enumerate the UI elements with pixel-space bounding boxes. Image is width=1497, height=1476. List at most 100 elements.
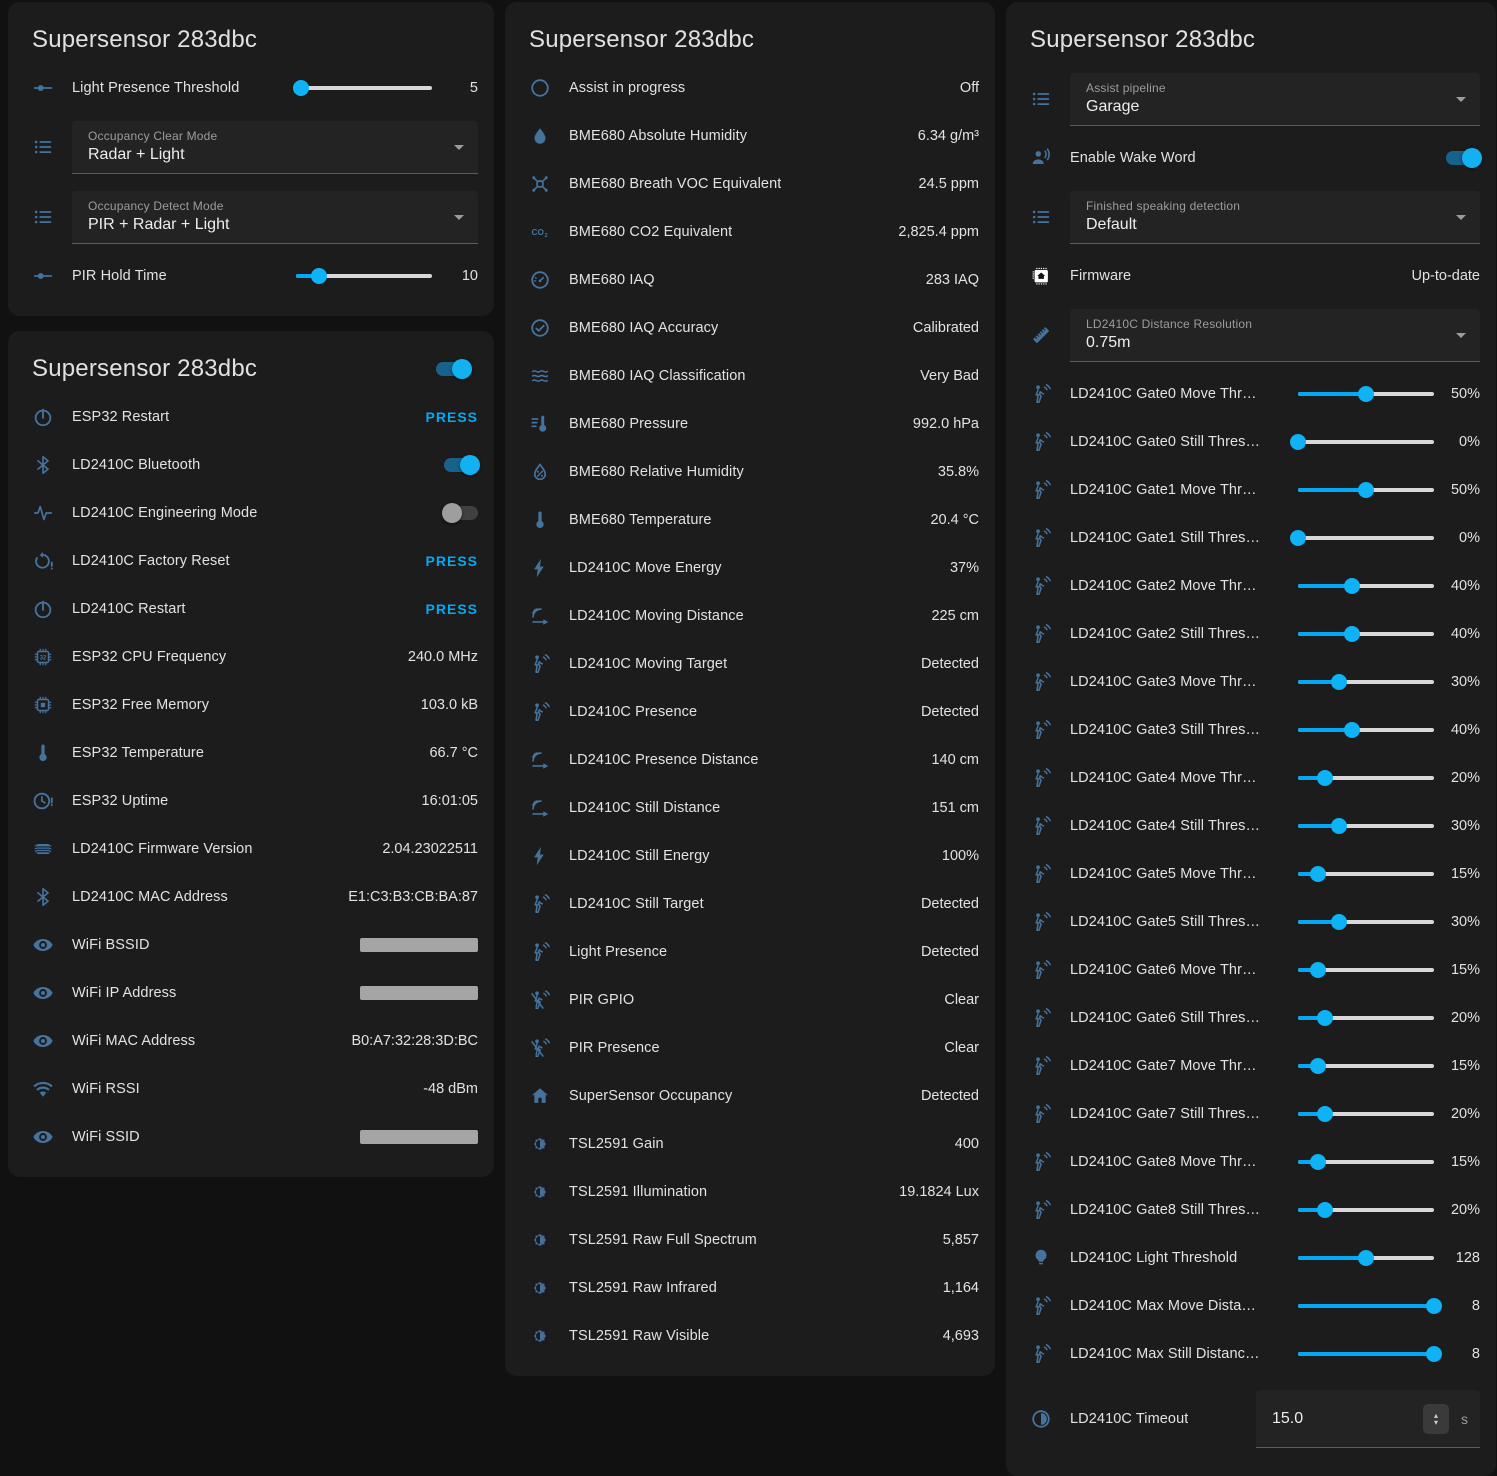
slider-thumb[interactable] (1344, 578, 1360, 594)
slider-thumb[interactable] (1331, 674, 1347, 690)
slider-thumb[interactable] (1344, 626, 1360, 642)
slider-thumb[interactable] (1290, 530, 1306, 546)
slider-thumb[interactable] (1331, 818, 1347, 834)
ld2410c-gate5-move-thr-slider[interactable] (1298, 866, 1434, 882)
slider-thumb[interactable] (1426, 1346, 1442, 1362)
ld2410c-gate4-still-thres-slider[interactable] (1298, 818, 1434, 834)
finished-speaking-detection-select[interactable]: Finished speaking detectionDefault (1070, 191, 1480, 244)
row-bme680-temperature: BME680 Temperature20.4 °C (521, 496, 979, 544)
entity-value: 15% (1434, 1154, 1480, 1170)
entity-card: Supersensor 283dbcAssist pipelineGarageE… (1006, 2, 1496, 1476)
ld2410c-engineering-mode-switch[interactable] (444, 506, 478, 520)
occupancy-detect-mode-select[interactable]: Occupancy Detect ModePIR + Radar + Light (72, 191, 478, 244)
slider-track[interactable] (1298, 536, 1434, 540)
ld2410c-gate2-still-thres-slider[interactable] (1298, 626, 1434, 642)
number-value[interactable]: 15.0 (1272, 1410, 1423, 1428)
entity-label: LD2410C Gate8 Move Thr… (1070, 1154, 1286, 1170)
assist-pipeline-select[interactable]: Assist pipelineGarage (1070, 73, 1480, 126)
entity-label: LD2410C Gate7 Still Thres… (1070, 1106, 1286, 1122)
slider-thumb[interactable] (1331, 914, 1347, 930)
slider-thumb[interactable] (1358, 482, 1374, 498)
gauge-icon (529, 269, 569, 291)
slider-thumb[interactable] (1317, 1010, 1333, 1026)
row-finished-speaking-detection: Finished speaking detectionDefault (1022, 182, 1480, 252)
entity-value: 6.34 g/m³ (906, 128, 979, 144)
ld2410c-gate1-move-thr-slider[interactable] (1298, 482, 1434, 498)
enable-wake-word-switch[interactable] (1446, 151, 1480, 165)
slider-thumb[interactable] (1358, 1250, 1374, 1266)
slider-thumb[interactable] (1317, 1106, 1333, 1122)
slider-track[interactable] (296, 86, 432, 90)
ld2410c-factory-reset-press-button[interactable]: PRESS (426, 553, 478, 569)
slider-thumb[interactable] (311, 268, 327, 284)
entity-label: Assist in progress (569, 80, 685, 96)
row-ld2410c-moving-target: LD2410C Moving TargetDetected (521, 640, 979, 688)
bluetooth-icon (32, 886, 72, 908)
entity-label: ESP32 Restart (72, 409, 169, 425)
ld2410c-distance-resolution-select[interactable]: LD2410C Distance Resolution0.75m (1070, 309, 1480, 362)
ld2410c-light-threshold-slider[interactable] (1298, 1250, 1434, 1266)
ld2410c-gate0-still-thres-slider[interactable] (1298, 434, 1434, 450)
ld2410c-gate2-move-thr-slider[interactable] (1298, 578, 1434, 594)
row-ld2410c-still-distance: LD2410C Still Distance151 cm (521, 784, 979, 832)
entity-value: 66.7 °C (417, 745, 478, 761)
ld2410c-gate3-still-thres-slider[interactable] (1298, 722, 1434, 738)
slider-thumb[interactable] (1310, 1154, 1326, 1170)
column-middle: Supersensor 283dbcAssist in progressOffB… (505, 2, 995, 1376)
ld2410c-bluetooth-switch[interactable] (444, 458, 478, 472)
ld2410c-max-still-distanc-slider[interactable] (1298, 1346, 1434, 1362)
entity-card: Supersensor 283dbcESP32 RestartPRESSLD24… (8, 331, 494, 1177)
entity-label: LD2410C Still Target (569, 896, 704, 912)
ld2410c-restart-press-button[interactable]: PRESS (426, 601, 478, 617)
row-ld2410c-firmware-version: LD2410C Firmware Version2.04.23022511 (24, 825, 478, 873)
ld2410c-gate0-move-thr-slider[interactable] (1298, 386, 1434, 402)
slider-thumb[interactable] (1426, 1298, 1442, 1314)
ld2410c-gate6-move-thr-slider[interactable] (1298, 962, 1434, 978)
ld2410c-gate3-move-thr-slider[interactable] (1298, 674, 1434, 690)
slider-thumb[interactable] (1358, 386, 1374, 402)
ld2410c-gate7-still-thres-slider[interactable] (1298, 1106, 1434, 1122)
slider-thumb[interactable] (1290, 434, 1306, 450)
pulse-icon (32, 502, 72, 524)
motion-icon (1030, 575, 1070, 597)
pir-hold-time-slider[interactable] (296, 268, 432, 284)
ld2410c-gate6-still-thres-slider[interactable] (1298, 1010, 1434, 1026)
row-ld2410c-gate2-still-thres: LD2410C Gate2 Still Thres…40% (1022, 610, 1480, 658)
ld2410c-gate8-move-thr-slider[interactable] (1298, 1154, 1434, 1170)
ld2410c-gate5-still-thres-slider[interactable] (1298, 914, 1434, 930)
slider-thumb[interactable] (1310, 962, 1326, 978)
motion-icon (1030, 1199, 1070, 1221)
card-header-switch[interactable] (436, 362, 470, 376)
entity-label: LD2410C Presence Distance (569, 752, 759, 768)
ld2410c-gate1-still-thres-slider[interactable] (1298, 530, 1434, 546)
ld2410c-timeout-number-input[interactable]: 15.0▴▾s (1256, 1390, 1480, 1448)
ld2410c-gate8-still-thres-slider[interactable] (1298, 1202, 1434, 1218)
number-stepper[interactable]: ▴▾ (1423, 1404, 1449, 1434)
slider-thumb[interactable] (1317, 1202, 1333, 1218)
ld2410c-gate7-move-thr-slider[interactable] (1298, 1058, 1434, 1074)
card-header: Supersensor 283dbc (1022, 6, 1480, 64)
light-presence-threshold-slider[interactable] (296, 80, 432, 96)
row-ld2410c-gate5-still-thres: LD2410C Gate5 Still Thres…30% (1022, 898, 1480, 946)
row-ld2410c-gate7-move-thr: LD2410C Gate7 Move Thr…15% (1022, 1042, 1480, 1090)
ruler-icon (1030, 324, 1070, 346)
ld2410c-max-move-dista-slider[interactable] (1298, 1298, 1434, 1314)
esp32-restart-press-button[interactable]: PRESS (426, 409, 478, 425)
entity-label: SuperSensor Occupancy (569, 1088, 732, 1104)
slider-thumb[interactable] (1310, 866, 1326, 882)
row-ld2410c-gate2-move-thr: LD2410C Gate2 Move Thr…40% (1022, 562, 1480, 610)
ld2410c-gate4-move-thr-slider[interactable] (1298, 770, 1434, 786)
motion-icon (1030, 1103, 1070, 1125)
slider-track[interactable] (1298, 440, 1434, 444)
slider-thumb[interactable] (1310, 1058, 1326, 1074)
slider-thumb[interactable] (293, 80, 309, 96)
entity-label: LD2410C Gate0 Move Thr… (1070, 386, 1286, 402)
entity-label: LD2410C Restart (72, 601, 186, 617)
row-tsl2591-raw-infrared: TSL2591 Raw Infrared1,164 (521, 1264, 979, 1312)
occupancy-clear-mode-select[interactable]: Occupancy Clear ModeRadar + Light (72, 121, 478, 174)
entity-value: Detected (909, 944, 979, 960)
slider-thumb[interactable] (1317, 770, 1333, 786)
slider-thumb[interactable] (1344, 722, 1360, 738)
motion-icon (1030, 911, 1070, 933)
entity-value: 30% (1434, 914, 1480, 930)
